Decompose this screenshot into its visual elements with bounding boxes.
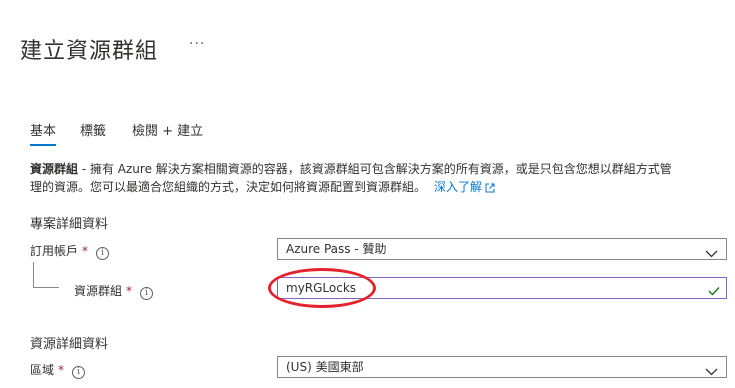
resource-group-input[interactable]: myRGLocks [277,277,727,299]
resource-details-heading: 資源詳細資料 [30,337,109,352]
learn-more-label: 深入了解 [434,180,483,194]
project-details-heading: 專案詳細資料 [30,217,109,232]
checkmark-icon [708,282,720,302]
tab-review-create[interactable]: 檢閱 + 建立 [132,120,203,139]
required-mark: * [126,284,133,298]
description-line-1: 資源群組 - 擁有 Azure 解決方案相關資源的容器，該資源群組可包含解決方案… [30,160,730,178]
subscription-label: 訂用帳戶 * i [30,242,110,260]
subscription-value: Azure Pass - 贊助 [286,242,387,256]
description-text-1: - 擁有 Azure 解決方案相關資源的容器，該資源群組可包含解決方案的所有資源… [78,162,672,176]
tree-connector-horizontal [33,287,59,288]
learn-more-link[interactable]: 深入了解 [434,180,495,194]
subscription-label-text: 訂用帳戶 [30,244,79,258]
region-label-text: 區域 [30,363,55,377]
chevron-down-icon [705,362,718,382]
external-link-icon [485,180,495,198]
region-label: 區域 * i [30,361,86,379]
tab-tags[interactable]: 標籤 [80,120,106,139]
resource-group-label-text: 資源群組 [74,284,123,298]
resource-group-label: 資源群組 * i [74,282,154,300]
description-text-2: 理的資源。您可以最適合您組織的方式，決定如何將資源配置到資源群組。 [30,180,427,194]
description: 資源群組 - 擁有 Azure 解決方案相關資源的容器，該資源群組可包含解決方案… [30,160,730,198]
page-title: 建立資源群組 [20,39,159,64]
region-dropdown[interactable]: (US) 美國東部 [277,356,727,378]
required-mark: * [58,363,65,377]
subscription-dropdown[interactable]: Azure Pass - 贊助 [277,238,727,260]
create-resource-group-page: 建立資源群組 ··· 基本 標籤 檢閱 + 建立 資源群組 - 擁有 Azure… [0,0,735,388]
description-term: 資源群組 [30,162,79,176]
region-value: (US) 美國東部 [286,360,364,374]
required-mark: * [82,244,89,258]
chevron-down-icon [705,244,718,264]
info-icon[interactable]: i [72,366,86,379]
more-options-button[interactable]: ··· [189,36,205,52]
info-icon[interactable]: i [140,287,154,300]
tab-basics[interactable]: 基本 [30,120,57,146]
tree-connector-vertical [33,262,34,288]
resource-group-value: myRGLocks [286,281,357,295]
info-icon[interactable]: i [96,247,110,260]
description-line-2: 理的資源。您可以最適合您組織的方式，決定如何將資源配置到資源群組。 深入了解 [30,178,730,198]
